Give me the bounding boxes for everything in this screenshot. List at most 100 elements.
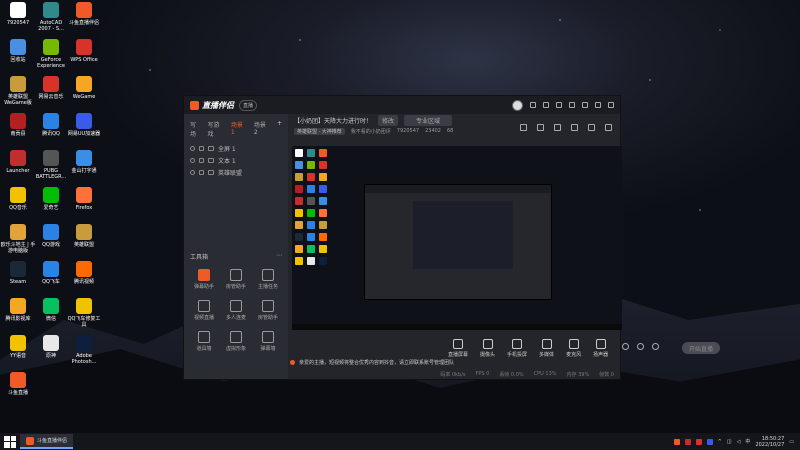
timer-icon[interactable]	[637, 343, 644, 350]
clock[interactable]: 18:50:27 2022/10/27	[755, 436, 784, 448]
desktop-icon[interactable]: Steam	[0, 261, 36, 285]
taskbar-app-button[interactable]: 斗鱼直播伴侣	[20, 434, 74, 449]
desktop-icon[interactable]: 网易云音乐	[33, 76, 69, 100]
share-screen-icon[interactable]	[571, 124, 578, 131]
douyu-companion-window[interactable]: 直播伴侣 直播 写场 写游戏 场景 1 场景 2 + 全屏 1 文本 1 英雄联…	[183, 95, 720, 380]
notice-text[interactable]: 亲爱的主播，短视频将整合优秀内容到抖音，请立即联系账号管理团队	[299, 359, 454, 366]
desktop-icon[interactable]: Launcher	[0, 150, 36, 174]
tool-item[interactable]: 弹幕墙	[252, 331, 284, 352]
message-icon[interactable]	[543, 102, 549, 108]
window-titlebar[interactable]: 直播伴侣 直播	[184, 96, 620, 114]
desktop-icon[interactable]: WeGame	[66, 76, 102, 100]
network-icon[interactable]: ◫	[727, 439, 732, 445]
stream-preview[interactable]	[292, 146, 622, 330]
screen-capture-button[interactable]: 直播屏幕	[448, 339, 468, 358]
tray-app-icon[interactable]	[706, 438, 713, 445]
desktop-icon[interactable]: 欧乐斗地主 | 手游电脑版	[0, 224, 36, 254]
edit-title-button[interactable]: 修改	[378, 114, 399, 126]
tool-item[interactable]: 虚拟形象	[220, 331, 252, 352]
eye-icon[interactable]	[190, 169, 195, 175]
add-scene-button[interactable]: +	[277, 120, 282, 138]
input-language[interactable]: 中	[745, 438, 750, 445]
record-toggle-icon[interactable]	[622, 343, 629, 350]
lock-icon[interactable]	[199, 169, 204, 175]
desktop-icon[interactable]: 斗鱼直播伴侣	[66, 2, 102, 26]
desktop-icon[interactable]: QQ音乐	[0, 187, 36, 211]
settings-icon[interactable]	[556, 102, 562, 108]
source-item[interactable]: 英雄联盟	[184, 166, 288, 178]
lock-icon[interactable]	[199, 157, 204, 163]
gear-icon[interactable]	[652, 343, 659, 350]
scene-icon[interactable]	[520, 124, 527, 131]
notification-icon[interactable]: ▭	[789, 439, 794, 445]
share-icon[interactable]	[605, 124, 612, 131]
volume-icon[interactable]: ◁	[737, 439, 741, 445]
bell-icon[interactable]	[588, 124, 595, 131]
tool-item[interactable]: 房管助手	[252, 300, 284, 321]
tab-scene-0[interactable]: 写场	[190, 120, 202, 138]
tray-app-icon[interactable]	[673, 438, 680, 445]
desktop-icon[interactable]: 微信	[33, 298, 69, 322]
skin-icon[interactable]	[530, 102, 536, 108]
app-icon	[10, 150, 26, 166]
desktop-icon[interactable]: 腾讯视频	[66, 261, 102, 285]
desktop-icon[interactable]: 英雄联盟	[66, 224, 102, 248]
desktop-icon[interactable]: Firefox	[66, 187, 102, 211]
record-icon[interactable]	[554, 124, 561, 131]
desktop-icon[interactable]: 原神	[33, 335, 69, 359]
start-live-button[interactable]: 开始直播	[682, 342, 720, 354]
phone-cast-button[interactable]: 手机投屏	[507, 339, 527, 358]
desktop-icon[interactable]: 南贡县	[0, 113, 36, 137]
speaker-button[interactable]: 扬声器	[593, 339, 608, 358]
chevron-up-icon[interactable]: ^	[718, 439, 722, 445]
lock-icon[interactable]	[199, 145, 204, 151]
tray-app-icon[interactable]	[695, 438, 702, 445]
eye-icon[interactable]	[190, 157, 195, 163]
eye-icon[interactable]	[190, 145, 195, 151]
media-button[interactable]: 多媒体	[539, 339, 554, 358]
windows-start-icon[interactable]	[4, 435, 16, 448]
tray-app-icon[interactable]	[684, 438, 691, 445]
desktop-icon[interactable]: Adobe Photosh...	[66, 335, 102, 365]
desktop-icon[interactable]: 腾讯QQ	[33, 113, 69, 137]
desktop-icon[interactable]: YY语音	[0, 335, 36, 359]
close-icon[interactable]	[608, 102, 614, 108]
tab-scene-1[interactable]: 写游戏	[208, 120, 225, 138]
desktop-icon[interactable]: QQ游戏	[33, 224, 69, 248]
desktop-icon[interactable]: QQ飞车修复工具	[66, 298, 102, 328]
source-item[interactable]: 文本 1	[184, 154, 288, 166]
desktop-icon[interactable]: GeForce Experience	[33, 39, 69, 69]
preview-taskbar	[292, 324, 622, 330]
tool-item[interactable]: 道具墙	[188, 331, 220, 352]
tool-item[interactable]: 房管助手	[220, 269, 252, 290]
desktop-icon[interactable]: 腾讯影视库	[0, 298, 36, 322]
desktop-icon[interactable]: 7920547	[0, 2, 36, 26]
tool-item[interactable]: 视频直播	[188, 300, 220, 321]
menu-icon[interactable]	[569, 102, 575, 108]
category-selector[interactable]: 专业区域	[404, 114, 453, 126]
desktop-icon[interactable]: 金山打字通	[66, 150, 102, 174]
tab-scene-3[interactable]: 场景 2	[254, 120, 271, 138]
category-tag[interactable]: 英雄联盟 · 大神推荐	[294, 127, 345, 135]
camera-button[interactable]: 摄像头	[480, 339, 495, 358]
grid-icon[interactable]	[537, 124, 544, 131]
minimize-icon[interactable]	[582, 102, 588, 108]
desktop-icon[interactable]: AutoCAD 2007 - S...	[33, 2, 69, 32]
desktop-icon[interactable]: PUBG BATTLEGR...	[33, 150, 69, 180]
more-tools-icon[interactable]: ⋯	[276, 252, 282, 261]
microphone-button[interactable]: 麦克风	[566, 339, 581, 358]
tool-item[interactable]: 弹幕助手	[188, 269, 220, 290]
tool-item[interactable]: 多人连麦	[220, 300, 252, 321]
tab-scene-2[interactable]: 场景 1	[231, 120, 248, 138]
desktop-icon[interactable]: 斗鱼直播	[0, 372, 36, 396]
maximize-icon[interactable]	[595, 102, 601, 108]
source-item[interactable]: 全屏 1	[184, 142, 288, 154]
desktop-icon[interactable]: 回收站	[0, 39, 36, 63]
tool-item[interactable]: 主播任务	[252, 269, 284, 290]
desktop-icon[interactable]: 网易UU加速器	[66, 113, 102, 137]
desktop-icon[interactable]: WPS Office	[66, 39, 102, 63]
user-avatar[interactable]	[512, 99, 523, 111]
desktop-icon[interactable]: 英雄联盟WeGame版	[0, 76, 36, 106]
desktop-icon[interactable]: QQ飞车	[33, 261, 69, 285]
desktop-icon[interactable]: 爱奇艺	[33, 187, 69, 211]
